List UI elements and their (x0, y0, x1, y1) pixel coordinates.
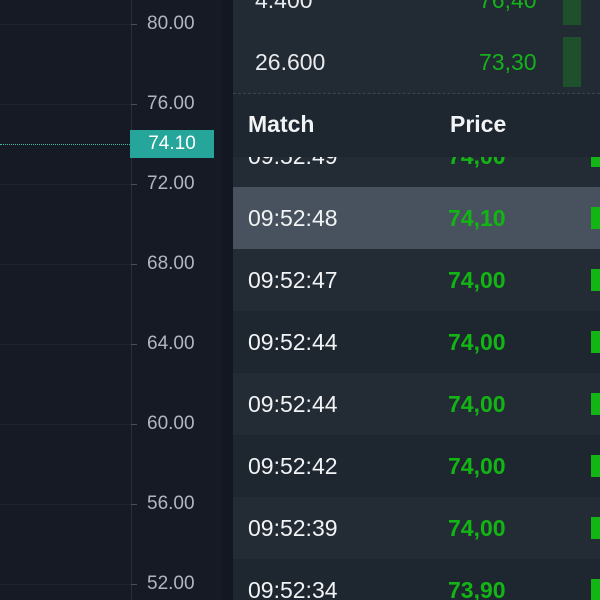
price-tick-label: 80.00 (147, 13, 195, 34)
trade-time: 09:52:47 (248, 267, 338, 293)
last-price-badge: 74.10 (130, 130, 214, 158)
order-book-row[interactable]: 4.400 76,40 (233, 0, 600, 31)
tick-mark (131, 504, 137, 505)
trade-price: 74,00 (448, 329, 506, 355)
trade-row[interactable]: 09:52:39 74,00 (233, 497, 600, 559)
trades-header: Match Price (233, 95, 600, 157)
trade-time: 09:52:42 (248, 453, 338, 479)
tick-mark (131, 104, 137, 105)
trade-time: 09:52:44 (248, 391, 338, 417)
price-tick-label: 60.00 (147, 413, 195, 434)
column-header-price[interactable]: Price (450, 111, 506, 138)
grid-line (0, 504, 131, 505)
order-book-row[interactable]: 26.600 73,30 (233, 31, 600, 93)
tick-mark (131, 424, 137, 425)
grid-line (0, 24, 131, 25)
grid-line (0, 584, 131, 585)
trade-volume-marker (591, 207, 600, 229)
last-price-line (0, 144, 130, 145)
trade-time: 09:52:48 (248, 205, 338, 231)
trade-time: 09:52:39 (248, 515, 338, 541)
trade-volume-marker (591, 393, 600, 415)
trade-row[interactable]: 09:52:44 74,00 (233, 373, 600, 435)
trade-price: 74,00 (448, 515, 506, 541)
trade-volume-marker (591, 517, 600, 539)
trade-price: 74,10 (448, 205, 506, 231)
trade-volume-marker (591, 331, 600, 353)
price-tick-label: 68.00 (147, 253, 195, 274)
market-panel: 4.400 76,40 26.600 73,30 Match Price 09:… (233, 0, 600, 600)
trade-row[interactable]: 09:52:42 74,00 (233, 435, 600, 497)
trade-price: 73,90 (448, 577, 506, 600)
tick-mark (131, 344, 137, 345)
trade-time: 09:52:44 (248, 329, 338, 355)
grid-line (0, 104, 131, 105)
grid-line (0, 424, 131, 425)
trade-price: 74,00 (448, 391, 506, 417)
order-volume: 26.600 (255, 49, 326, 75)
grid-line (0, 344, 131, 345)
trade-price: 74,00 (448, 453, 506, 479)
column-header-time[interactable]: Match (248, 111, 314, 138)
book-divider (233, 93, 600, 94)
order-volume: 4.400 (255, 0, 313, 13)
order-price: 73,30 (479, 49, 537, 75)
price-scale-border (131, 0, 132, 600)
trade-volume-marker (591, 579, 600, 600)
trade-price: 74,00 (448, 267, 506, 293)
trade-time: 09:52:34 (248, 577, 338, 600)
trade-row[interactable]: 09:52:47 74,00 (233, 249, 600, 311)
trade-volume-marker (591, 269, 600, 291)
price-chart[interactable]: 80.00 76.00 72.00 68.00 64.00 60.00 56.00 52.00 (0, 0, 222, 600)
order-price: 76,40 (479, 0, 537, 13)
tick-mark (131, 184, 137, 185)
trade-row[interactable]: 09:52:44 74,00 (233, 311, 600, 373)
tick-mark (131, 24, 137, 25)
trade-row[interactable]: 09:52:48 74,10 (233, 187, 600, 249)
trade-volume-marker (591, 455, 600, 477)
tick-mark (131, 584, 137, 585)
price-tick-label: 72.00 (147, 173, 195, 194)
price-tick-label: 64.00 (147, 333, 195, 354)
price-tick-label: 52.00 (147, 573, 195, 594)
grid-line (0, 184, 131, 185)
grid-line (0, 264, 131, 265)
volume-bar (563, 0, 581, 25)
tick-mark (131, 264, 137, 265)
price-tick-label: 56.00 (147, 493, 195, 514)
price-tick-label: 76.00 (147, 93, 195, 114)
trade-row[interactable]: 09:52:34 73,90 (233, 559, 600, 600)
volume-bar (563, 37, 581, 87)
